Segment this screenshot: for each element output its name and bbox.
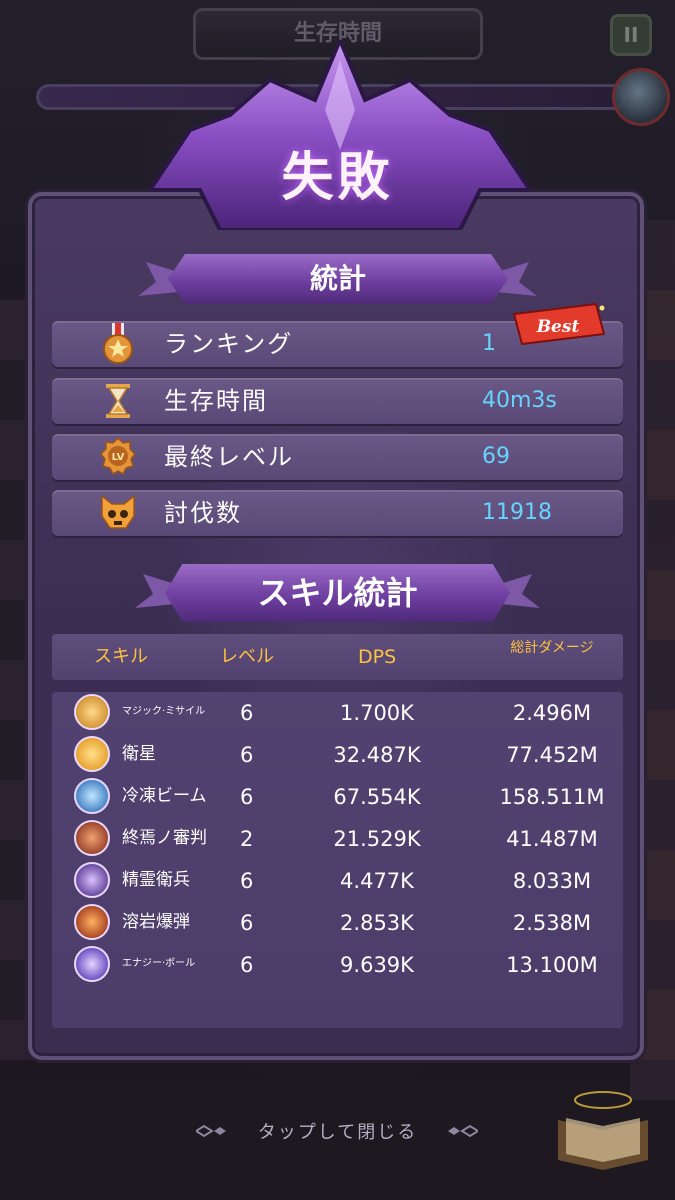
final-judgment-icon (74, 820, 110, 856)
pause-button[interactable]: II (610, 14, 652, 56)
lava-bomb-icon (74, 904, 110, 940)
stat-value: 1 (482, 331, 496, 356)
table-row: 衛星 6 32.487K 77.452M (52, 734, 623, 776)
column-header-total-damage: 総計ダメージ (510, 640, 594, 656)
skill-level: 6 (240, 743, 254, 767)
stat-label: 生存時間 (164, 387, 268, 415)
stat-row-survival-time: 生存時間 40m3s (52, 378, 623, 424)
level-badge-icon: LV (99, 436, 137, 476)
skill-name: 衛星 (122, 744, 156, 764)
skill-total-damage: 158.511M (499, 785, 605, 809)
result-title: 失敗 (281, 148, 394, 208)
stat-label: 最終レベル (164, 443, 294, 471)
stat-value: 11918 (482, 500, 552, 525)
table-row: 終焉ノ審判 2 21.529K 41.487M (52, 818, 623, 860)
skull-icon (101, 494, 135, 529)
skill-level: 6 (240, 953, 254, 977)
column-header-dps: DPS (358, 646, 397, 668)
satellite-icon (74, 736, 110, 772)
table-row: 溶岩爆弾 6 2.853K 2.538M (52, 902, 623, 944)
stat-row-final-level: LV 最終レベル 69 (52, 434, 623, 480)
skill-level: 6 (240, 869, 254, 893)
hourglass-icon (106, 384, 130, 418)
stat-value: 69 (482, 444, 510, 469)
skill-total-damage: 2.496M (512, 701, 592, 725)
svg-text:Best: Best (536, 317, 580, 337)
skill-name: 冷凍ビーム (122, 786, 207, 806)
skill-total-damage: 13.100M (506, 953, 598, 977)
skill-total-damage: 77.452M (506, 743, 598, 767)
skill-name: 精霊衛兵 (122, 870, 190, 890)
skill-level: 6 (240, 785, 254, 809)
skill-level: 6 (240, 701, 254, 725)
skill-dps: 2.853K (340, 911, 414, 935)
skill-dps: 1.700K (340, 701, 414, 725)
skill-name: エナジー·ボール (122, 958, 196, 969)
skill-dps: 4.477K (340, 869, 414, 893)
best-badge: Best (512, 302, 606, 346)
magic-missile-icon (74, 694, 110, 730)
energy-ball-icon (74, 946, 110, 982)
stats-heading: 統計 (168, 254, 508, 304)
skill-total-damage: 2.538M (512, 911, 592, 935)
ornament-right-icon (448, 1124, 478, 1138)
stat-row-kills: 討伐数 11918 (52, 490, 623, 536)
column-header-skill: スキル (94, 646, 148, 667)
skill-name: 終焉ノ審判 (122, 828, 207, 848)
skill-total-damage: 41.487M (506, 827, 598, 851)
stat-label: 討伐数 (164, 499, 242, 527)
skill-level: 6 (240, 911, 254, 935)
skill-dps: 67.554K (333, 785, 421, 809)
skill-table: マジック·ミサイル 6 1.700K 2.496M 衛星 6 32.487K 7… (52, 692, 623, 1028)
stat-value: 40m3s (482, 388, 557, 413)
stat-label: ランキング (164, 330, 294, 358)
skill-total-damage: 8.033M (512, 869, 592, 893)
boss-portrait (612, 68, 670, 126)
table-row: 冷凍ビーム 6 67.554K 158.511M (52, 776, 623, 818)
skills-heading: スキル統計 (165, 564, 510, 622)
medal-icon (103, 323, 133, 364)
background-tiles-left (0, 300, 30, 1060)
skill-dps: 32.487K (333, 743, 421, 767)
spirit-guard-icon (74, 862, 110, 898)
column-header-level: レベル (220, 646, 274, 667)
skill-table-header: スキル レベル DPS 総計ダメージ (52, 634, 623, 680)
skill-name: 溶岩爆弾 (122, 912, 190, 932)
svg-text:LV: LV (112, 452, 125, 463)
skill-level: 2 (240, 827, 254, 851)
table-row: マジック·ミサイル 6 1.700K 2.496M (52, 692, 623, 734)
skill-name: マジック·ミサイル (122, 706, 206, 717)
skill-dps: 21.529K (333, 827, 421, 851)
table-row: 精霊衛兵 6 4.477K 8.033M (52, 860, 623, 902)
skill-dps: 9.639K (340, 953, 414, 977)
table-row: エナジー·ボール 6 9.639K 13.100M (52, 944, 623, 986)
book-icon (558, 1091, 648, 1170)
frost-beam-icon (74, 778, 110, 814)
